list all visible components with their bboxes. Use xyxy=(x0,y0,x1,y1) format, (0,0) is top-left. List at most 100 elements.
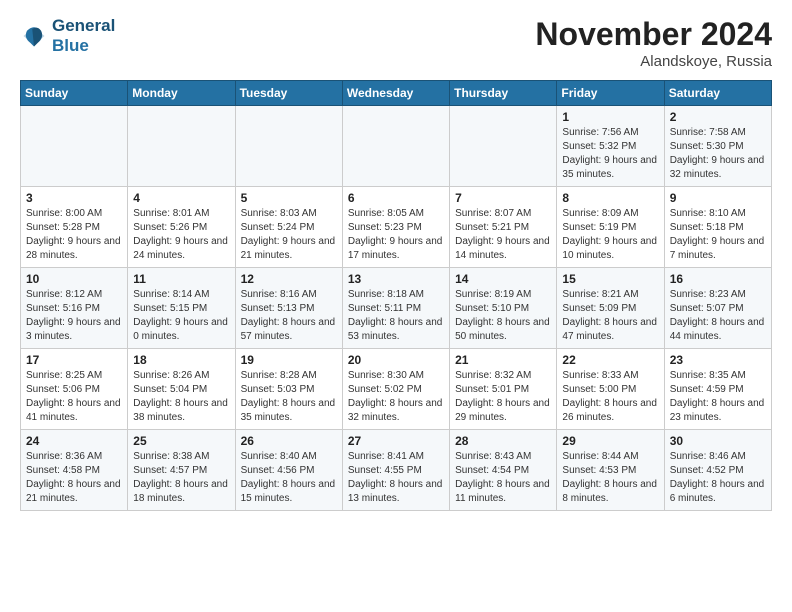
day-info: Sunrise: 8:16 AM Sunset: 5:13 PM Dayligh… xyxy=(241,288,337,344)
day-number: 1 xyxy=(562,110,658,124)
day-cell xyxy=(450,106,557,187)
day-info: Sunrise: 8:28 AM Sunset: 5:03 PM Dayligh… xyxy=(241,369,337,425)
day-number: 9 xyxy=(670,191,766,205)
header: General Blue November 2024 Alandskoye, R… xyxy=(20,16,772,70)
day-cell: 16 Sunrise: 8:23 AM Sunset: 5:07 PM Dayli… xyxy=(664,268,771,349)
week-row-3: 10Sunrise: 8:12 AM Sunset: 5:16 PM Dayli… xyxy=(21,268,772,349)
day-number: 14 xyxy=(455,272,551,286)
day-number: 20 xyxy=(348,353,444,367)
week-row-5: 24 Sunrise: 8:36 AM Sunset: 4:58 PM Dayli… xyxy=(21,430,772,511)
header-row: SundayMondayTuesdayWednesdayThursdayFrid… xyxy=(21,81,772,106)
day-cell xyxy=(235,106,342,187)
day-info: Sunrise: 8:01 AM Sunset: 5:26 PM Dayligh… xyxy=(133,207,229,263)
day-cell: 7 Sunrise: 8:07 AM Sunset: 5:21 PM Daylig… xyxy=(450,187,557,268)
day-number: 6 xyxy=(348,191,444,205)
day-info: Sunrise: 8:00 AM Sunset: 5:28 PM Dayligh… xyxy=(26,207,122,263)
day-info: Sunrise: 7:56 AM Sunset: 5:32 PM Dayligh… xyxy=(562,126,658,182)
day-number: 8 xyxy=(562,191,658,205)
day-info: Sunrise: 8:14 AM Sunset: 5:15 PM Dayligh… xyxy=(133,288,229,344)
day-cell: 27 Sunrise: 8:41 AM Sunset: 4:55 PM Dayli… xyxy=(342,430,449,511)
day-number: 4 xyxy=(133,191,229,205)
day-info: Sunrise: 8:33 AM Sunset: 5:00 PM Dayligh… xyxy=(562,369,658,425)
day-number: 24 xyxy=(26,434,122,448)
day-number: 13 xyxy=(348,272,444,286)
day-cell xyxy=(21,106,128,187)
day-number: 28 xyxy=(455,434,551,448)
day-cell: 25 Sunrise: 8:38 AM Sunset: 4:57 PM Dayli… xyxy=(128,430,235,511)
day-number: 2 xyxy=(670,110,766,124)
day-number: 5 xyxy=(241,191,337,205)
day-cell: 26 Sunrise: 8:40 AM Sunset: 4:56 PM Dayli… xyxy=(235,430,342,511)
day-info: Sunrise: 8:38 AM Sunset: 4:57 PM Dayligh… xyxy=(133,450,229,506)
day-cell: 11 Sunrise: 8:14 AM Sunset: 5:15 PM Dayli… xyxy=(128,268,235,349)
day-info: Sunrise: 8:09 AM Sunset: 5:19 PM Dayligh… xyxy=(562,207,658,263)
day-info: Sunrise: 8:43 AM Sunset: 4:54 PM Dayligh… xyxy=(455,450,551,506)
day-info: Sunrise: 8:18 AM Sunset: 5:11 PM Dayligh… xyxy=(348,288,444,344)
day-info: Sunrise: 8:26 AM Sunset: 5:04 PM Dayligh… xyxy=(133,369,229,425)
day-info: Sunrise: 8:19 AM Sunset: 5:10 PM Dayligh… xyxy=(455,288,551,344)
page: General Blue November 2024 Alandskoye, R… xyxy=(0,0,792,527)
day-info: Sunrise: 8:05 AM Sunset: 5:23 PM Dayligh… xyxy=(348,207,444,263)
day-info: Sunrise: 8:23 AM Sunset: 5:07 PM Dayligh… xyxy=(670,288,766,344)
calendar-table: SundayMondayTuesdayWednesdayThursdayFrid… xyxy=(20,80,772,511)
day-number: 29 xyxy=(562,434,658,448)
month-title: November 2024 xyxy=(535,16,772,53)
day-number: 10 xyxy=(26,272,122,286)
day-info: Sunrise: 8:35 AM Sunset: 4:59 PM Dayligh… xyxy=(670,369,766,425)
day-info: Sunrise: 8:46 AM Sunset: 4:52 PM Dayligh… xyxy=(670,450,766,506)
week-row-4: 17Sunrise: 8:25 AM Sunset: 5:06 PM Dayli… xyxy=(21,349,772,430)
day-info: Sunrise: 8:21 AM Sunset: 5:09 PM Dayligh… xyxy=(562,288,658,344)
location: Alandskoye, Russia xyxy=(535,53,772,70)
day-cell: 8 Sunrise: 8:09 AM Sunset: 5:19 PM Daylig… xyxy=(557,187,664,268)
day-number: 3 xyxy=(26,191,122,205)
day-info: Sunrise: 8:32 AM Sunset: 5:01 PM Dayligh… xyxy=(455,369,551,425)
day-info: Sunrise: 8:36 AM Sunset: 4:58 PM Dayligh… xyxy=(26,450,122,506)
day-info: Sunrise: 8:10 AM Sunset: 5:18 PM Dayligh… xyxy=(670,207,766,263)
day-number: 21 xyxy=(455,353,551,367)
day-number: 25 xyxy=(133,434,229,448)
day-number: 15 xyxy=(562,272,658,286)
day-cell: 14 Sunrise: 8:19 AM Sunset: 5:10 PM Dayli… xyxy=(450,268,557,349)
column-header-saturday: Saturday xyxy=(664,81,771,106)
day-number: 19 xyxy=(241,353,337,367)
day-info: Sunrise: 8:25 AM Sunset: 5:06 PM Dayligh… xyxy=(26,369,122,425)
day-number: 11 xyxy=(133,272,229,286)
column-header-wednesday: Wednesday xyxy=(342,81,449,106)
day-cell: 30 Sunrise: 8:46 AM Sunset: 4:52 PM Dayli… xyxy=(664,430,771,511)
day-number: 27 xyxy=(348,434,444,448)
day-cell: 21 Sunrise: 8:32 AM Sunset: 5:01 PM Dayli… xyxy=(450,349,557,430)
day-cell: 17Sunrise: 8:25 AM Sunset: 5:06 PM Dayli… xyxy=(21,349,128,430)
day-cell: 12 Sunrise: 8:16 AM Sunset: 5:13 PM Dayli… xyxy=(235,268,342,349)
day-cell: 29 Sunrise: 8:44 AM Sunset: 4:53 PM Dayli… xyxy=(557,430,664,511)
week-row-1: 1 Sunrise: 7:56 AM Sunset: 5:32 PM Daylig… xyxy=(21,106,772,187)
day-cell: 4 Sunrise: 8:01 AM Sunset: 5:26 PM Daylig… xyxy=(128,187,235,268)
column-header-sunday: Sunday xyxy=(21,81,128,106)
column-header-friday: Friday xyxy=(557,81,664,106)
day-info: Sunrise: 8:41 AM Sunset: 4:55 PM Dayligh… xyxy=(348,450,444,506)
day-cell: 1 Sunrise: 7:56 AM Sunset: 5:32 PM Daylig… xyxy=(557,106,664,187)
day-cell xyxy=(342,106,449,187)
day-cell: 10Sunrise: 8:12 AM Sunset: 5:16 PM Dayli… xyxy=(21,268,128,349)
day-cell: 9 Sunrise: 8:10 AM Sunset: 5:18 PM Daylig… xyxy=(664,187,771,268)
day-number: 30 xyxy=(670,434,766,448)
day-number: 7 xyxy=(455,191,551,205)
day-cell: 13 Sunrise: 8:18 AM Sunset: 5:11 PM Dayli… xyxy=(342,268,449,349)
title-block: November 2024 Alandskoye, Russia xyxy=(535,16,772,70)
logo-text: General Blue xyxy=(52,16,115,55)
day-cell: 6 Sunrise: 8:05 AM Sunset: 5:23 PM Daylig… xyxy=(342,187,449,268)
day-cell: 28 Sunrise: 8:43 AM Sunset: 4:54 PM Dayli… xyxy=(450,430,557,511)
day-number: 12 xyxy=(241,272,337,286)
day-cell: 24 Sunrise: 8:36 AM Sunset: 4:58 PM Dayli… xyxy=(21,430,128,511)
day-cell: 22Sunrise: 8:33 AM Sunset: 5:00 PM Dayli… xyxy=(557,349,664,430)
day-number: 26 xyxy=(241,434,337,448)
day-cell: 2 Sunrise: 7:58 AM Sunset: 5:30 PM Daylig… xyxy=(664,106,771,187)
column-header-thursday: Thursday xyxy=(450,81,557,106)
day-number: 16 xyxy=(670,272,766,286)
day-info: Sunrise: 8:07 AM Sunset: 5:21 PM Dayligh… xyxy=(455,207,551,263)
day-info: Sunrise: 8:40 AM Sunset: 4:56 PM Dayligh… xyxy=(241,450,337,506)
column-header-monday: Monday xyxy=(128,81,235,106)
day-info: Sunrise: 8:44 AM Sunset: 4:53 PM Dayligh… xyxy=(562,450,658,506)
day-number: 18 xyxy=(133,353,229,367)
day-cell: 5Sunrise: 8:03 AM Sunset: 5:24 PM Daylig… xyxy=(235,187,342,268)
day-info: Sunrise: 7:58 AM Sunset: 5:30 PM Dayligh… xyxy=(670,126,766,182)
